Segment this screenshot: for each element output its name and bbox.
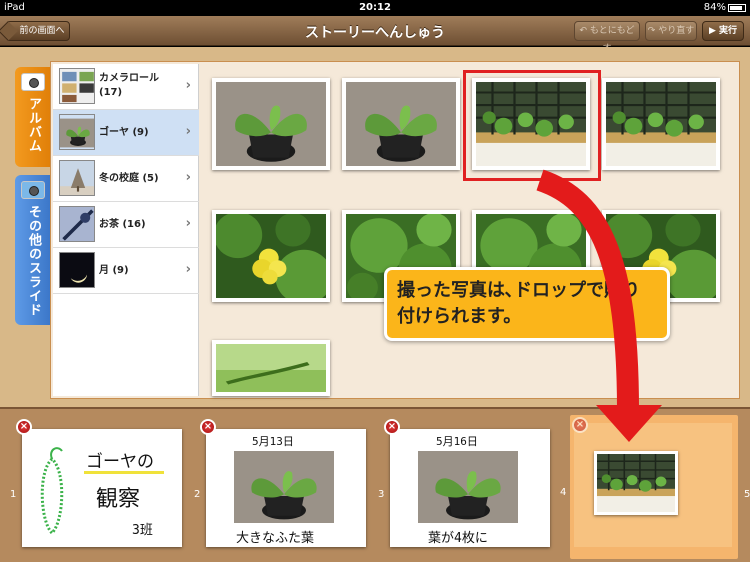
delete-slide-icon[interactable]: × — [16, 419, 32, 435]
drag-arrow — [536, 169, 662, 442]
delete-slide-icon[interactable]: × — [200, 419, 216, 435]
delete-slide-icon[interactable]: × — [572, 417, 588, 433]
delete-slide-icon[interactable]: × — [384, 419, 400, 435]
